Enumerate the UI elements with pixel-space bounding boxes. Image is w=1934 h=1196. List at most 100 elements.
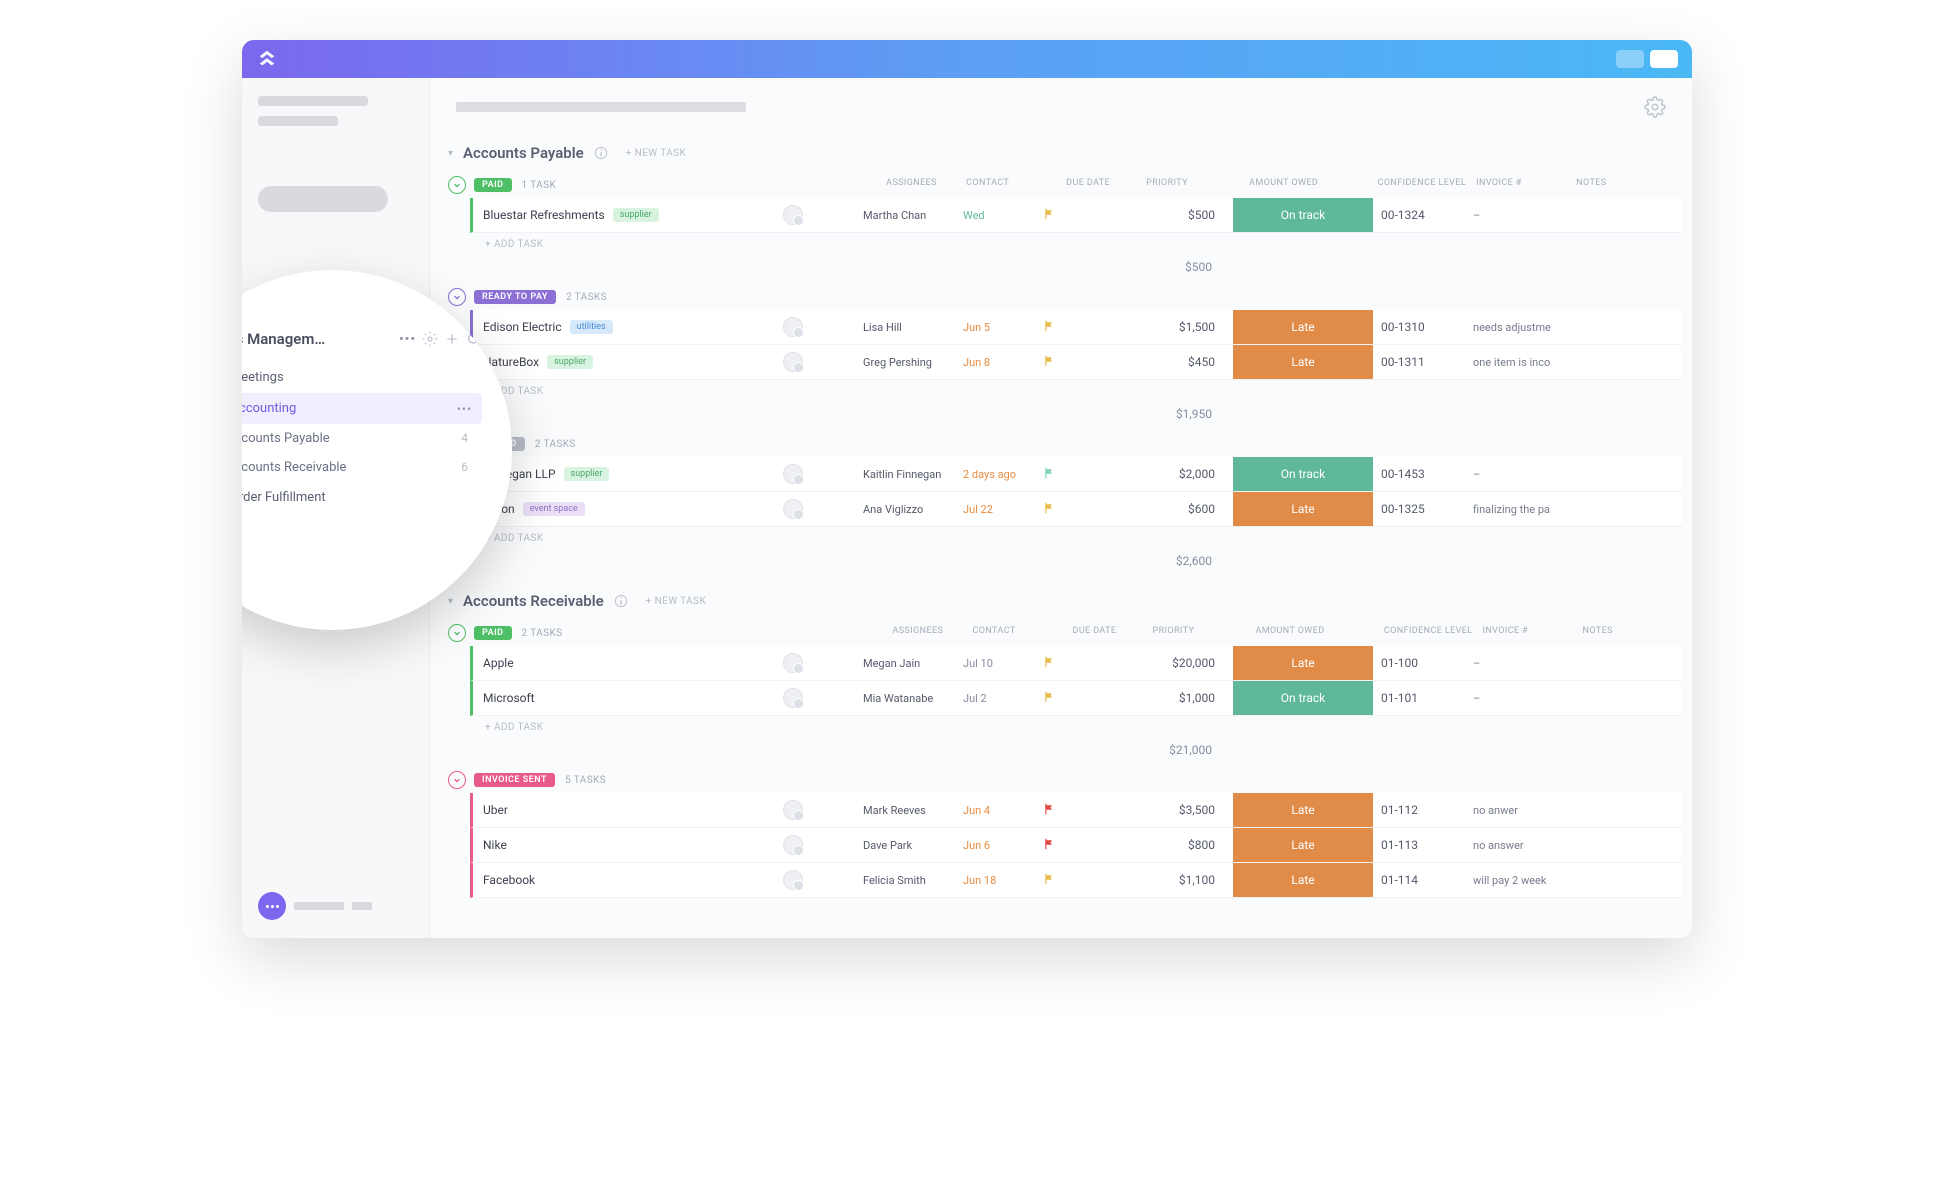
task-name: Nike: [483, 838, 507, 852]
confidence-pill[interactable]: On track: [1233, 457, 1373, 491]
flag-icon[interactable]: [1043, 691, 1055, 703]
amount-cell: $2,000: [1113, 467, 1233, 481]
flag-icon[interactable]: [1043, 803, 1055, 815]
flag-icon[interactable]: [1043, 656, 1055, 668]
plus-icon[interactable]: [444, 331, 460, 347]
assignee-avatar[interactable]: [783, 352, 803, 372]
chat-icon[interactable]: [258, 892, 286, 920]
gear-icon[interactable]: [422, 331, 438, 347]
status-collapse-button[interactable]: [448, 771, 466, 789]
window-maximize-button[interactable]: [1650, 50, 1678, 68]
more-icon[interactable]: •••: [457, 402, 472, 416]
new-task-button[interactable]: + NEW TASK: [626, 148, 686, 159]
flag-icon[interactable]: [1043, 467, 1055, 479]
task-tag[interactable]: utilities: [570, 320, 613, 334]
assignee-avatar[interactable]: [783, 317, 803, 337]
assignee-avatar[interactable]: [783, 688, 803, 708]
task-row[interactable]: Edison Electric utilities Lisa Hill Jun …: [470, 310, 1682, 345]
sidebar-list-accounts-payable[interactable]: Accounts Payable 4: [242, 424, 482, 453]
confidence-pill[interactable]: On track: [1233, 681, 1373, 715]
due-date-cell[interactable]: Jun 6: [963, 839, 1043, 852]
status-subtotal: $2,600: [1110, 554, 1230, 568]
status-collapse-button[interactable]: [448, 288, 466, 306]
due-date-cell[interactable]: Jul 2: [963, 692, 1043, 705]
task-row[interactable]: Facebook Felicia Smith Jun 18 $1,100 Lat…: [470, 863, 1682, 898]
status-collapse-button[interactable]: [448, 176, 466, 194]
due-date-cell[interactable]: Wed: [963, 209, 1043, 222]
assignee-avatar[interactable]: [783, 800, 803, 820]
task-tag[interactable]: event space: [523, 502, 585, 516]
confidence-pill[interactable]: Late: [1233, 793, 1373, 827]
add-task-button[interactable]: + ADD TASK: [470, 527, 1682, 550]
confidence-pill[interactable]: Late: [1233, 828, 1373, 862]
confidence-pill[interactable]: Late: [1233, 310, 1373, 344]
confidence-pill[interactable]: On track: [1233, 198, 1373, 232]
gear-icon[interactable]: [1644, 96, 1666, 118]
due-date-cell[interactable]: Jul 10: [963, 657, 1043, 670]
sidebar-item-meetings[interactable]: ▶ Meetings: [242, 362, 482, 393]
due-date-cell[interactable]: Jun 4: [963, 804, 1043, 817]
assignee-avatar[interactable]: [783, 653, 803, 673]
assignee-avatar[interactable]: [783, 464, 803, 484]
group-header[interactable]: ▾ Accounts Payable + NEW TASK: [440, 130, 1682, 172]
confidence-pill[interactable]: Late: [1233, 646, 1373, 680]
sidebar-item-accounting[interactable]: ▾ Accounting •••: [242, 393, 482, 424]
due-date-cell[interactable]: 2 days ago: [963, 468, 1043, 481]
status-label[interactable]: PAID: [474, 626, 512, 640]
task-tag[interactable]: supplier: [564, 467, 610, 481]
sidebar-search-placeholder[interactable]: [258, 186, 388, 212]
group-header[interactable]: ▾ Accounts Receivable + NEW TASK: [440, 578, 1682, 620]
contact-cell: Greg Pershing: [863, 356, 963, 369]
info-icon[interactable]: [594, 146, 608, 160]
amount-cell: $1,000: [1113, 691, 1233, 705]
amount-cell: $450: [1113, 355, 1233, 369]
flag-icon[interactable]: [1043, 502, 1055, 514]
flag-icon[interactable]: [1043, 873, 1055, 885]
due-date-cell[interactable]: Jun 5: [963, 321, 1043, 334]
sidebar-item-order-fulfillment[interactable]: ▶ Order Fulfillment: [242, 482, 482, 513]
chevron-down-icon[interactable]: ▾: [448, 148, 453, 159]
status-label[interactable]: PAID: [474, 178, 512, 192]
confidence-pill[interactable]: Late: [1233, 345, 1373, 379]
assignee-avatar[interactable]: [783, 499, 803, 519]
due-date-cell[interactable]: Jun 18: [963, 874, 1043, 887]
flag-icon[interactable]: [1043, 208, 1055, 220]
flag-icon[interactable]: [1043, 320, 1055, 332]
space-title[interactable]: Business Managem…: [242, 330, 393, 348]
new-task-button[interactable]: + NEW TASK: [646, 596, 706, 607]
column-header-due: DUE DATE: [1066, 178, 1146, 188]
confidence-pill[interactable]: Late: [1233, 492, 1373, 526]
assignee-avatar[interactable]: [783, 835, 803, 855]
due-date-cell[interactable]: Jul 22: [963, 503, 1043, 516]
add-task-button[interactable]: + ADD TASK: [470, 233, 1682, 256]
assignee-avatar[interactable]: [783, 870, 803, 890]
add-task-button[interactable]: + ADD TASK: [470, 716, 1682, 739]
flag-icon[interactable]: [1043, 838, 1055, 850]
task-row[interactable]: Nike Dave Park Jun 6 $800 Late 01-113 no…: [470, 828, 1682, 863]
chevron-down-icon[interactable]: ▾: [448, 596, 453, 607]
task-row[interactable]: NatureBox supplier Greg Pershing Jun 8 $…: [470, 345, 1682, 380]
task-tag[interactable]: supplier: [613, 208, 659, 222]
task-row[interactable]: Hilton event space Ana Viglizzo Jul 22 $…: [470, 492, 1682, 527]
status-label[interactable]: READY TO PAY: [474, 290, 556, 304]
status-label[interactable]: INVOICE SENT: [474, 773, 555, 787]
contact-cell: Mark Reeves: [863, 804, 963, 817]
due-date-cell[interactable]: Jun 8: [963, 356, 1043, 369]
task-row[interactable]: Finnegan LLP supplier Kaitlin Finnegan 2…: [470, 457, 1682, 492]
task-row[interactable]: Uber Mark Reeves Jun 4 $3,500 Late 01-11…: [470, 793, 1682, 828]
window-minimize-button[interactable]: [1616, 50, 1644, 68]
task-tag[interactable]: supplier: [547, 355, 593, 369]
task-row[interactable]: Apple Megan Jain Jul 10 $20,000 Late 01-…: [470, 646, 1682, 681]
more-icon[interactable]: •••: [399, 332, 416, 347]
confidence-pill[interactable]: Late: [1233, 863, 1373, 897]
sidebar-item-label: Accounting: [242, 401, 296, 416]
status-collapse-button[interactable]: [448, 624, 466, 642]
task-row[interactable]: Bluestar Refreshments supplier Martha Ch…: [470, 198, 1682, 233]
contact-cell: Megan Jain: [863, 657, 963, 670]
sidebar-list-accounts-receivable[interactable]: Accounts Receivable 6: [242, 453, 482, 482]
info-icon[interactable]: [614, 594, 628, 608]
flag-icon[interactable]: [1043, 355, 1055, 367]
task-row[interactable]: Microsoft Mia Watanabe Jul 2 $1,000 On t…: [470, 681, 1682, 716]
add-task-button[interactable]: + ADD TASK: [470, 380, 1682, 403]
assignee-avatar[interactable]: [783, 205, 803, 225]
